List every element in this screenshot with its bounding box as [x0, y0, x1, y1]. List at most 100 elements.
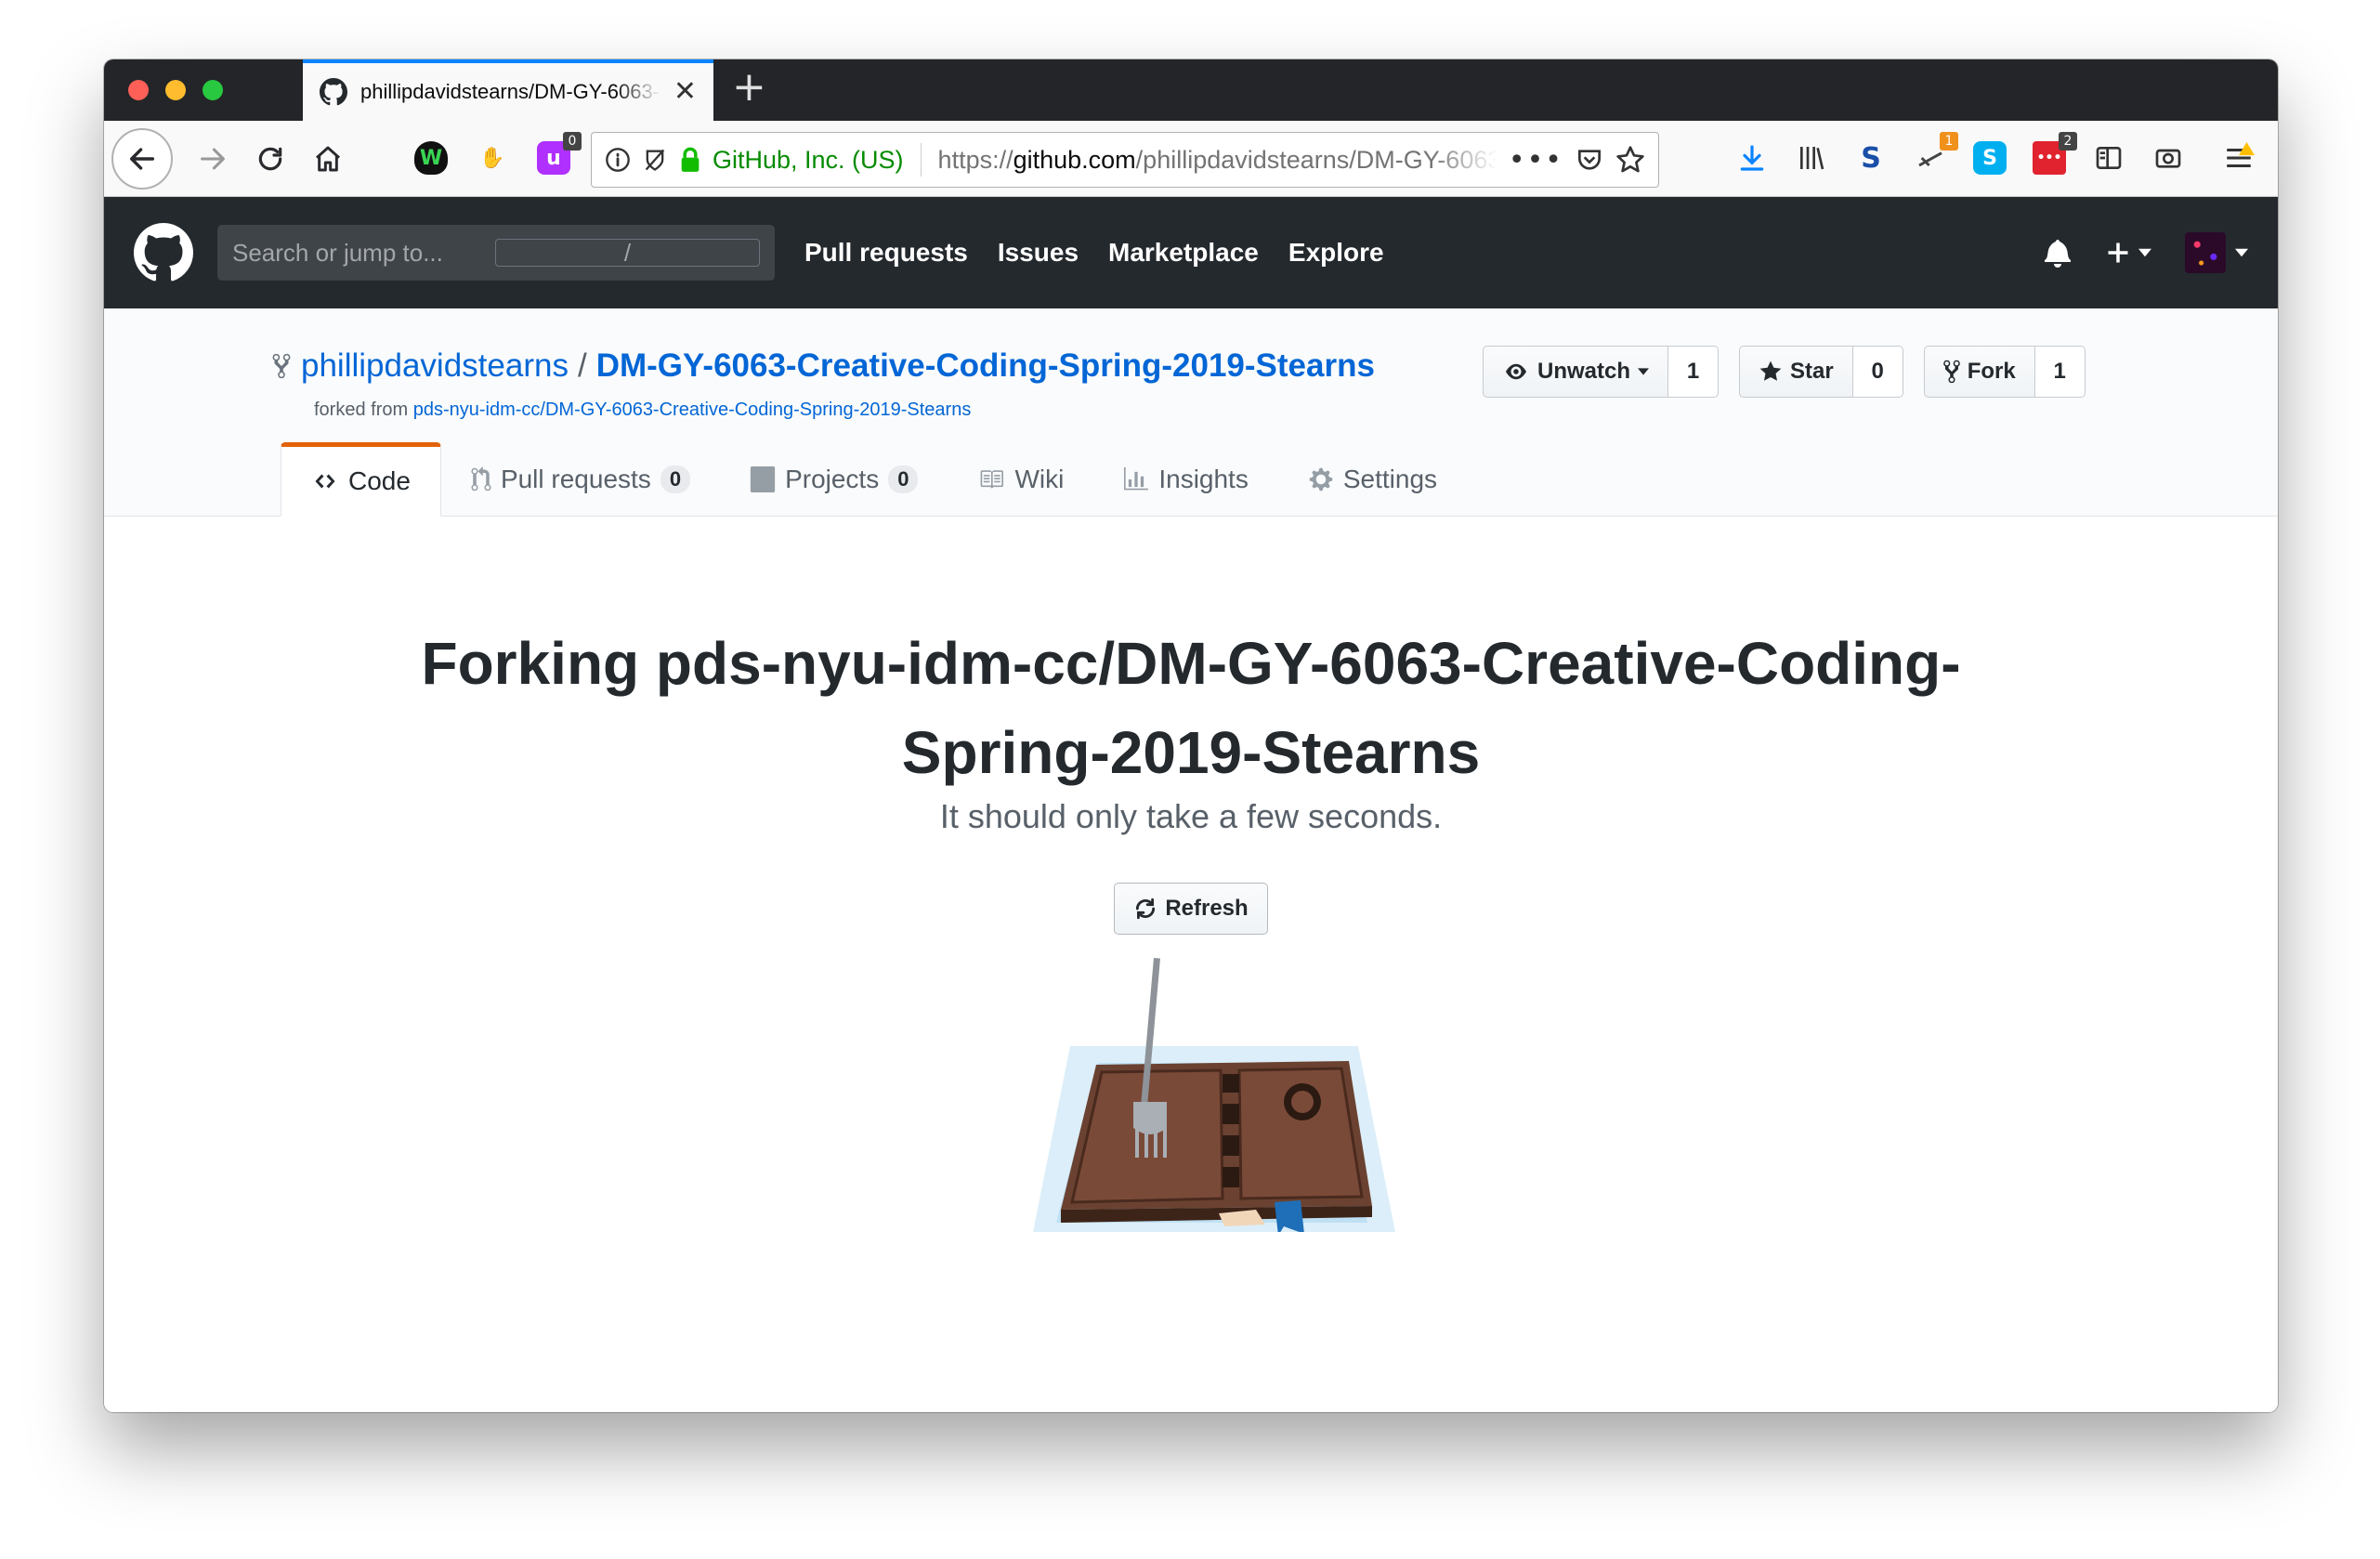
forking-subtext: It should only take a few seconds.	[939, 797, 1443, 835]
screenshot-extension-icon[interactable]	[2151, 141, 2185, 175]
new-tab-button[interactable]: +	[732, 67, 766, 108]
tab-strip: phillipdavidstearns/DM-GY-6063-Creative-…	[104, 59, 2278, 121]
graph-icon	[1124, 467, 1149, 491]
page-actions-icon[interactable]: •••	[1509, 144, 1563, 177]
caret-down-icon	[2235, 248, 2248, 257]
sync-icon	[1136, 897, 1156, 920]
tab-projects[interactable]: Projects 0	[720, 442, 948, 517]
forking-content: Forking pds-nyu-idm-cc/DM-GY-6063-Creati…	[104, 517, 2278, 1412]
library-icon[interactable]	[1795, 141, 1828, 175]
gear-icon	[1309, 467, 1333, 491]
lock-icon	[681, 147, 700, 172]
tracking-protection-icon[interactable]	[642, 147, 668, 173]
ublock-badge: 0	[563, 132, 582, 151]
search-placeholder: Search or jump to...	[232, 238, 443, 267]
watch-count[interactable]: 1	[1668, 346, 1720, 398]
github-favicon-icon	[320, 78, 347, 106]
back-arrow-icon	[129, 148, 155, 170]
reader-sidebar-icon[interactable]	[2092, 141, 2125, 175]
browser-toolbar: W ✋ u 0 GitHub, Inc. (US) https://github…	[104, 121, 2278, 197]
create-new-dropdown[interactable]	[2105, 240, 2151, 266]
reload-icon	[258, 147, 282, 171]
nav-explore[interactable]: Explore	[1288, 238, 1384, 268]
repo-actions: Unwatch 1 Star 0 Fork 1	[1483, 346, 2086, 398]
orange-extension-icon[interactable]: 1	[1914, 132, 1958, 175]
git-pull-request-icon	[471, 466, 491, 491]
tab-wiki[interactable]: Wiki	[948, 442, 1093, 517]
url-bar[interactable]: GitHub, Inc. (US) https://github.com/phi…	[591, 132, 1659, 188]
home-icon	[316, 146, 340, 172]
reload-button[interactable]	[247, 136, 294, 182]
tab-title: phillipdavidstearns/DM-GY-6063-Creative-…	[360, 80, 660, 103]
red-extension-icon[interactable]: ••• 2	[2033, 132, 2077, 175]
nav-pull-requests[interactable]: Pull requests	[804, 238, 968, 268]
pull-requests-count: 0	[660, 465, 691, 493]
red-extension-badge: 2	[2059, 132, 2077, 151]
ublock-extension-icon[interactable]: u 0	[537, 132, 582, 175]
tab-pull-requests[interactable]: Pull requests 0	[441, 442, 720, 517]
forward-arrow-icon	[201, 148, 225, 170]
star-icon	[1759, 360, 1782, 381]
repo-owner-link[interactable]: phillipdavidstearns	[301, 347, 569, 385]
tab-insights[interactable]: Insights	[1093, 442, 1278, 517]
star-count[interactable]: 0	[1852, 346, 1903, 398]
url-text[interactable]: https://github.com/phillipdavidstearns/D…	[938, 146, 1497, 175]
bookmark-star-icon[interactable]	[1615, 145, 1645, 175]
tab-close-icon[interactable]: ✕	[673, 78, 697, 106]
forking-heading: Forking pds-nyu-idm-cc/DM-GY-6063-Creati…	[421, 630, 1961, 786]
slash-shortcut-key: /	[495, 239, 760, 267]
home-button[interactable]	[305, 136, 351, 182]
forward-button[interactable]	[190, 136, 236, 182]
repo-name-link[interactable]: DM-GY-6063-Creative-Coding-Spring-2019-S…	[596, 347, 1375, 385]
github-search-input[interactable]: Search or jump to... /	[217, 225, 775, 281]
hamburger-menu-icon[interactable]	[2222, 141, 2256, 175]
caret-down-icon	[2138, 248, 2151, 257]
window-close-button[interactable]	[128, 80, 149, 100]
repo-header: phillipdavidstearns / DM-GY-6063-Creativ…	[104, 308, 2278, 517]
nav-marketplace[interactable]: Marketplace	[1108, 238, 1259, 268]
eye-icon	[1506, 363, 1526, 380]
fork-button[interactable]: Fork	[1923, 346, 2035, 398]
book-icon	[981, 470, 1004, 489]
window-maximize-button[interactable]	[203, 80, 223, 100]
code-icon	[315, 474, 335, 489]
watch-button-group: Unwatch 1	[1483, 346, 1720, 398]
refresh-button[interactable]: Refresh	[1114, 883, 1268, 935]
projects-count: 0	[888, 465, 919, 493]
plus-icon	[2108, 242, 2128, 263]
star-button[interactable]: Star	[1739, 346, 1853, 398]
github-logo-icon[interactable]	[134, 223, 193, 282]
pocket-icon[interactable]	[1575, 145, 1604, 175]
github-top-nav: Pull requests Issues Marketplace Explore	[804, 197, 1384, 308]
browser-window: phillipdavidstearns/DM-GY-6063-Creative-…	[104, 59, 2278, 1412]
star-button-group: Star 0	[1739, 346, 1903, 398]
notifications-bell-icon[interactable]	[2044, 238, 2072, 268]
info-icon[interactable]	[605, 147, 631, 173]
user-menu-dropdown[interactable]	[2185, 232, 2248, 273]
project-icon	[750, 466, 776, 492]
tab-settings[interactable]: Settings	[1278, 442, 1467, 517]
repo-title-separator: /	[577, 347, 587, 384]
skype-extension-icon[interactable]: S	[1973, 141, 2007, 175]
github-header: Search or jump to... / Pull requests Iss…	[104, 197, 2278, 308]
back-button[interactable]	[111, 128, 173, 190]
fork-count[interactable]: 1	[2034, 346, 2086, 398]
orange-extension-badge: 1	[1940, 132, 1958, 151]
repo-forked-icon	[272, 353, 291, 379]
browser-tab-active[interactable]: phillipdavidstearns/DM-GY-6063-Creative-…	[303, 59, 713, 121]
github-header-right	[2044, 197, 2248, 308]
forked-from-link[interactable]: pds-nyu-idm-cc/DM-GY-6063-Creative-Codin…	[413, 400, 972, 420]
tab-code[interactable]: Code	[281, 442, 441, 517]
repo-nav-tabs: Code Pull requests 0 Projects 0 Wiki Ins…	[281, 442, 1467, 517]
caret-down-icon	[1638, 368, 1650, 375]
shield-extension-icon[interactable]: W	[414, 141, 448, 175]
fork-button-group: Fork 1	[1923, 346, 2086, 398]
unwatch-button[interactable]: Unwatch	[1483, 346, 1669, 398]
forked-from-line: forked from pds-nyu-idm-cc/DM-GY-6063-Cr…	[314, 400, 972, 420]
nav-issues[interactable]: Issues	[998, 238, 1079, 268]
s-extension-icon[interactable]: S	[1854, 141, 1888, 175]
downloads-icon[interactable]	[1735, 141, 1769, 175]
puppet-extension-icon[interactable]: ✋	[476, 141, 509, 175]
repo-forked-icon	[1942, 360, 1960, 384]
window-minimize-button[interactable]	[165, 80, 186, 100]
